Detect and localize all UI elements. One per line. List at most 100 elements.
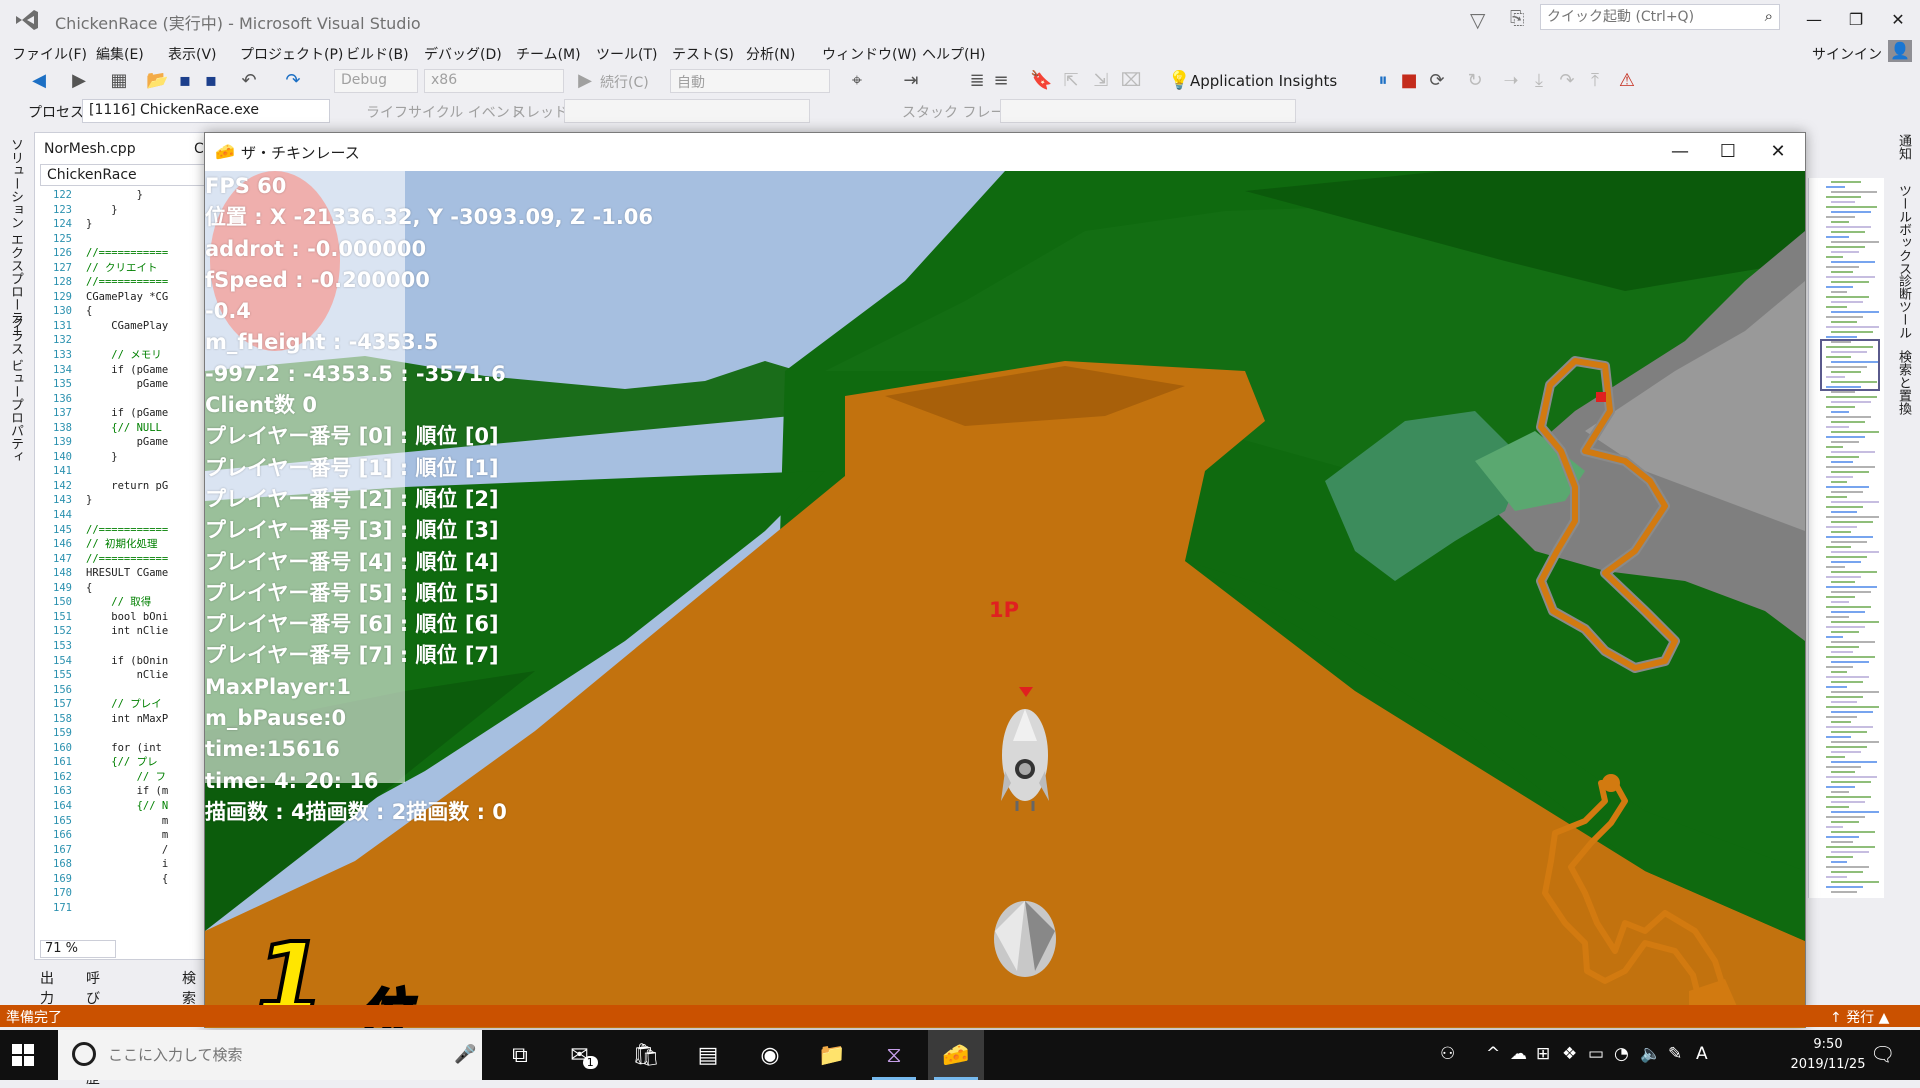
cortana-icon[interactable] [72, 1042, 96, 1066]
onedrive-icon[interactable]: ☁ [1510, 1044, 1527, 1064]
code-line[interactable]: 147 //=========== [40, 552, 206, 567]
notification-filter-icon[interactable]: ▽ [1470, 8, 1485, 32]
code-line[interactable]: 168 i [40, 857, 206, 872]
feedback-icon[interactable]: ⎘ [1510, 8, 1524, 29]
code-line[interactable]: 135 pGame [40, 377, 206, 392]
code-line[interactable]: 146 // 初期化処理 [40, 537, 206, 552]
bookmark-icon[interactable]: 🔖 [1030, 70, 1052, 91]
menu-project[interactable]: プロジェクト(P) [240, 44, 343, 64]
stop-icon[interactable]: ■ [1398, 70, 1420, 91]
code-line[interactable]: 131 CGamePlay [40, 319, 206, 334]
hot-reload-icon[interactable]: ↻ [1464, 70, 1486, 91]
save-icon[interactable]: ▪ [174, 70, 196, 91]
code-line[interactable]: 138 {// NULL [40, 421, 206, 436]
code-lines[interactable]: 122 } 123 } 124} 125 126//=========== 127// ク… [40, 188, 206, 930]
find-replace-tab[interactable]: 検索と置換 [1894, 350, 1913, 415]
pause-icon[interactable]: ⏸ [1372, 70, 1394, 91]
code-line[interactable]: 153 [40, 639, 206, 654]
menu-view[interactable]: 表示(V) [168, 44, 217, 64]
people-icon[interactable]: ⚇ [1440, 1044, 1455, 1064]
sign-in-link[interactable]: サインイン [1812, 44, 1882, 64]
code-line[interactable]: 130 { [40, 304, 206, 319]
code-line[interactable]: 171 [40, 901, 206, 916]
visual-studio-taskbar-icon[interactable]: ⧖ [866, 1030, 922, 1080]
redo-icon[interactable]: ↷ [282, 70, 304, 91]
windows-start-icon[interactable] [12, 1044, 34, 1066]
action-center-icon[interactable]: 🗨 [1870, 1042, 1895, 1066]
code-line[interactable]: 151 bool bOni [40, 610, 206, 625]
code-line[interactable]: 122 } [40, 188, 206, 203]
code-line[interactable]: 156 [40, 683, 206, 698]
code-line[interactable]: 167 / [40, 843, 206, 858]
code-line[interactable]: 165 m [40, 814, 206, 829]
back-icon[interactable]: ◀ [28, 70, 50, 91]
lifecycle-events-button[interactable]: ライフサイクル イベント [366, 102, 524, 122]
mail-app-icon[interactable]: ✉ 1 [556, 1030, 612, 1080]
user-avatar-icon[interactable]: 👤 [1888, 40, 1912, 62]
game-close-button[interactable]: ✕ [1755, 137, 1801, 167]
news-app-icon[interactable]: ▤ [680, 1030, 736, 1080]
file-explorer-icon[interactable]: 📁 [804, 1030, 860, 1080]
code-line[interactable]: 145 //=========== [40, 523, 206, 538]
menu-help[interactable]: ヘルプ(H) [922, 44, 985, 64]
code-line[interactable]: 161 {// プレ [40, 755, 206, 770]
code-line[interactable]: 170 [40, 886, 206, 901]
application-insights-icon[interactable]: 💡 [1168, 70, 1190, 91]
find-icon[interactable]: ⌖ [846, 70, 868, 91]
continue-label[interactable]: 続行(C) [600, 72, 649, 92]
stack-frame-select[interactable] [1000, 99, 1296, 123]
code-line[interactable]: 155 nClie [40, 668, 206, 683]
show-next-statement-icon[interactable]: ➝ [1500, 70, 1522, 91]
menu-analyze[interactable]: 分析(N) [746, 44, 795, 64]
class-view-tab[interactable]: クラス ビュー [6, 316, 25, 398]
show-hidden-icons[interactable]: ^ [1486, 1044, 1500, 1064]
quick-launch-input[interactable] [1541, 5, 1751, 29]
step-over-icon[interactable]: ↷ [1556, 70, 1578, 91]
volume-icon[interactable]: 🔈 [1640, 1044, 1661, 1064]
game-minimize-button[interactable]: — [1657, 137, 1703, 167]
code-line[interactable]: 164 {// N [40, 799, 206, 814]
publish-button[interactable]: ↑ 発行 ▲ [1830, 1007, 1889, 1027]
code-line[interactable]: 141 [40, 464, 206, 479]
open-file-icon[interactable]: 📂 [146, 70, 168, 91]
microphone-icon[interactable]: 🎤 [454, 1044, 476, 1065]
code-line[interactable]: 142 return pG [40, 479, 206, 494]
menu-build[interactable]: ビルド(B) [346, 44, 409, 64]
code-line[interactable]: 143} [40, 493, 206, 508]
code-line[interactable]: 169 { [40, 872, 206, 887]
project-scope-select[interactable]: ChickenRace [40, 164, 210, 186]
step-into-icon[interactable]: ⤓ [1528, 70, 1550, 91]
code-line[interactable]: 166 m [40, 828, 206, 843]
close-button[interactable]: ✕ [1878, 6, 1918, 34]
forward-icon[interactable]: ▶ [68, 70, 90, 91]
code-line[interactable]: 137 if (pGame [40, 406, 206, 421]
step-out-icon[interactable]: ⤒ [1584, 70, 1606, 91]
battery-icon[interactable]: ▭ [1588, 1044, 1604, 1064]
save-all-icon[interactable]: ▪ [200, 70, 222, 91]
code-line[interactable]: 163 if (m [40, 784, 206, 799]
code-line[interactable]: 133 // メモリ [40, 348, 206, 363]
store-app-icon[interactable]: 🛍 [618, 1030, 674, 1080]
code-line[interactable]: 162 // フ [40, 770, 206, 785]
code-line[interactable]: 152 int nClie [40, 624, 206, 639]
new-project-icon[interactable]: ▦ [108, 70, 130, 91]
uncomment-icon[interactable]: ≡ [990, 70, 1012, 91]
auto-select[interactable]: 自動 [670, 69, 830, 93]
chicken-race-taskbar-icon[interactable]: 🧀 [928, 1030, 984, 1080]
menu-window[interactable]: ウィンドウ(W) [822, 44, 917, 64]
code-line[interactable]: 159 [40, 726, 206, 741]
code-line[interactable]: 140 } [40, 450, 206, 465]
code-line[interactable]: 123 } [40, 203, 206, 218]
exceptions-icon[interactable]: ⚠ [1616, 70, 1638, 91]
thread-select[interactable] [564, 99, 810, 123]
restore-button[interactable]: ❐ [1836, 6, 1876, 34]
pen-icon[interactable]: ✎ [1668, 1044, 1682, 1064]
menu-test[interactable]: テスト(S) [672, 44, 734, 64]
code-line[interactable]: 160 for (int [40, 741, 206, 756]
find-results-tab[interactable]: 検索 [182, 968, 196, 1008]
process-select[interactable]: [1116] ChickenRace.exe [82, 99, 330, 123]
task-view-icon[interactable]: ⧉ [492, 1030, 548, 1080]
undo-icon[interactable]: ↶ [238, 70, 260, 91]
output-tab[interactable]: 出力 [40, 968, 54, 1008]
diagnostic-tools-tab[interactable]: 診断ツール [1894, 274, 1913, 339]
